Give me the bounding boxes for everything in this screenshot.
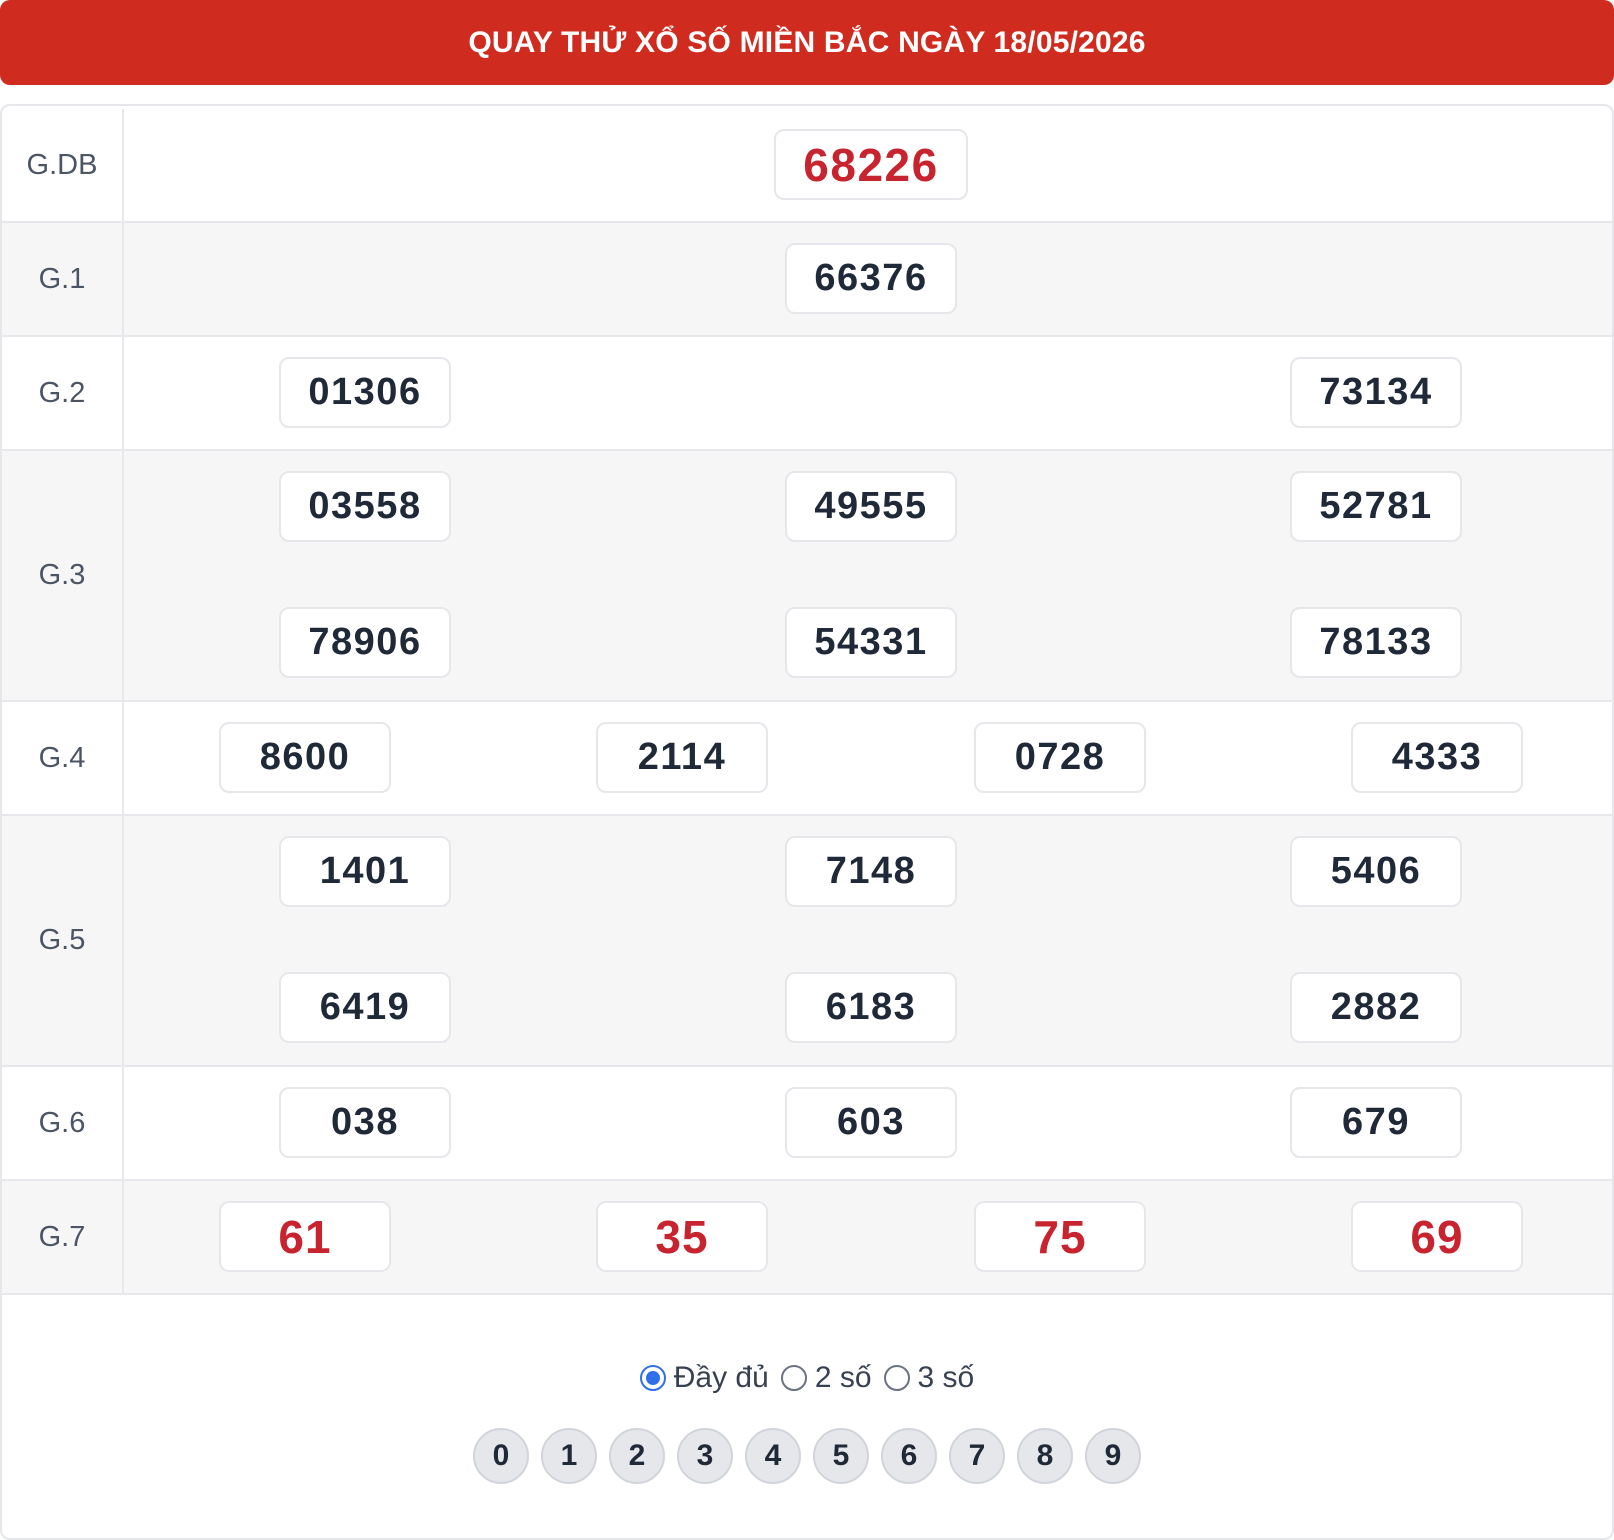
digit-button-9[interactable]: 9	[1085, 1428, 1141, 1484]
prize-row-gdb: G.DB 68226	[2, 109, 1612, 223]
option-full[interactable]: Đầy đủ	[639, 1361, 769, 1395]
digit-button-1[interactable]: 1	[541, 1428, 597, 1484]
prize-number-g3: 54331	[785, 607, 957, 678]
prize-number-g4: 2114	[596, 722, 768, 793]
prize-number-g5: 1401	[279, 836, 451, 907]
option-3-digits[interactable]: 3 số	[883, 1361, 975, 1395]
page-title: QUAY THỬ XỔ SỐ MIỀN BẮC NGÀY 18/05/2026	[468, 25, 1146, 59]
digit-button-7[interactable]: 7	[949, 1428, 1005, 1484]
prize-number-g3: 78133	[1290, 607, 1462, 678]
prize-number-g3: 52781	[1290, 471, 1462, 542]
prize-number-g3: 78906	[279, 607, 451, 678]
prize-label-g2: G.2	[2, 337, 124, 449]
option-full-label: Đầy đủ	[673, 1361, 769, 1394]
prize-row-g7: G.7 61 35 75 69	[2, 1181, 1612, 1295]
prize-label-g5: G.5	[2, 816, 124, 1065]
prize-number-g6: 038	[279, 1087, 451, 1158]
digit-button-4[interactable]: 4	[745, 1428, 801, 1484]
prize-label-g4: G.4	[2, 702, 124, 814]
prize-label-gdb: G.DB	[2, 109, 124, 221]
prize-number-gdb: 68226	[774, 129, 968, 200]
radio-full[interactable]	[639, 1365, 666, 1391]
digit-filter: 0 1 2 3 4 5 6 7 8 9	[0, 1428, 1614, 1486]
prize-row-g3: G.3 03558 49555 52781 78906 54331 78133	[2, 451, 1612, 702]
prize-number-g6: 603	[785, 1087, 957, 1158]
prize-number-g7: 69	[1351, 1201, 1523, 1272]
option-3-digits-label: 3 số	[917, 1361, 975, 1394]
prize-number-g3: 49555	[785, 471, 957, 542]
prize-row-g4: G.4 8600 2114 0728 4333	[2, 702, 1612, 816]
prize-number-g2: 73134	[1290, 357, 1462, 428]
digit-button-6[interactable]: 6	[881, 1428, 937, 1484]
prize-row-g1: G.1 66376	[2, 223, 1612, 337]
prize-number-g7: 75	[974, 1201, 1146, 1272]
prize-number-g5: 6183	[785, 972, 957, 1043]
prize-number-g2: 01306	[279, 357, 451, 428]
prize-number-g5: 7148	[785, 836, 957, 907]
digit-button-0[interactable]: 0	[473, 1428, 529, 1484]
prize-row-g2: G.2 01306 73134	[2, 337, 1612, 451]
digit-button-5[interactable]: 5	[813, 1428, 869, 1484]
prize-number-g1: 66376	[785, 243, 957, 314]
radio-3-digits[interactable]	[883, 1365, 910, 1391]
results-table: G.DB 68226 G.1 66376 G.2 01306 73134 G.3…	[2, 109, 1612, 1295]
digit-button-2[interactable]: 2	[609, 1428, 665, 1484]
prize-number-g7: 61	[219, 1201, 391, 1272]
option-2-digits-label: 2 số	[814, 1361, 872, 1394]
prize-row-g6: G.6 038 603 679	[2, 1067, 1612, 1181]
digit-button-8[interactable]: 8	[1017, 1428, 1073, 1484]
prize-number-g5: 2882	[1290, 972, 1462, 1043]
prize-number-g4: 8600	[219, 722, 391, 793]
page-header: QUAY THỬ XỔ SỐ MIỀN BẮC NGÀY 18/05/2026	[0, 0, 1614, 85]
digit-button-3[interactable]: 3	[677, 1428, 733, 1484]
prize-number-g5: 5406	[1290, 836, 1462, 907]
option-2-digits[interactable]: 2 số	[780, 1361, 872, 1395]
prize-label-g1: G.1	[2, 223, 124, 335]
prize-label-g6: G.6	[2, 1067, 124, 1179]
prize-number-g3: 03558	[279, 471, 451, 542]
prize-number-g5: 6419	[279, 972, 451, 1043]
prize-label-g3: G.3	[2, 451, 124, 700]
radio-2-digits[interactable]	[780, 1365, 807, 1391]
prize-number-g6: 679	[1290, 1087, 1462, 1158]
prize-label-g7: G.7	[2, 1181, 124, 1293]
prize-row-g5: G.5 1401 7148 5406 6419 6183 2882	[2, 816, 1612, 1067]
prize-number-g4: 4333	[1351, 722, 1523, 793]
prize-number-g7: 35	[596, 1201, 768, 1272]
results-card: G.DB 68226 G.1 66376 G.2 01306 73134 G.3…	[0, 104, 1614, 1540]
display-mode-options: Đầy đủ 2 số 3 số	[0, 1356, 1614, 1400]
prize-number-g4: 0728	[974, 722, 1146, 793]
